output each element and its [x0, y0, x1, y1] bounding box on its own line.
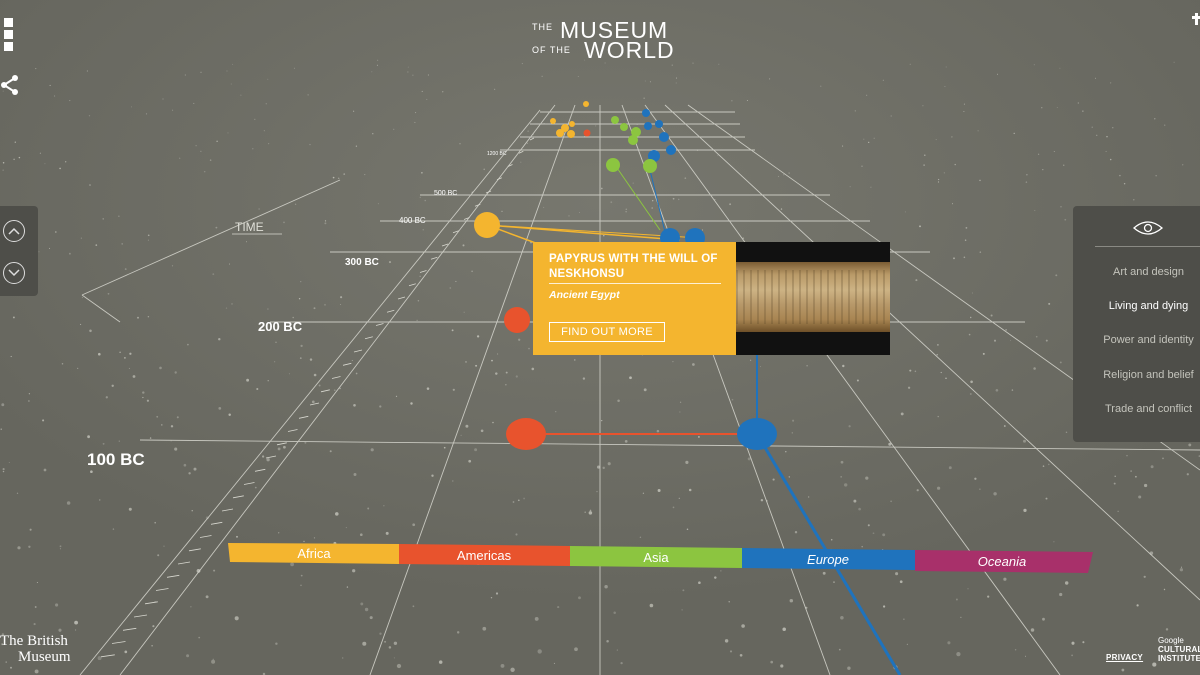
popup-subtitle: Ancient Egypt [549, 289, 620, 301]
filter-divider [1095, 246, 1200, 247]
filter-art-and-design[interactable]: Art and design [1073, 266, 1200, 278]
region-label-americas: Americas [457, 548, 512, 563]
scroll-up-button[interactable] [3, 220, 25, 242]
region-label-europe: Europe [807, 552, 849, 567]
date-label: 300 BC [345, 257, 379, 268]
filter-religion-and-belief[interactable]: Religion and belief [1073, 369, 1200, 381]
google-line2: CULTURAL [1158, 645, 1200, 654]
filter-living-and-dying[interactable]: Living and dying [1073, 300, 1200, 312]
logo-the: THE [532, 22, 553, 32]
americas-marker [504, 307, 530, 333]
date-label: 1200 BC [487, 151, 507, 157]
british-museum-logo[interactable]: The British Museum [0, 633, 90, 669]
google-line1: Google [1158, 636, 1184, 645]
region-label-asia: Asia [643, 550, 669, 565]
popup-info: PAPYRUS WITH THE WILL OF NESKHONSU Ancie… [533, 242, 736, 355]
popup-divider [549, 283, 721, 284]
africa-marker [474, 212, 500, 238]
eye-icon[interactable] [1133, 220, 1163, 236]
europe-marker-near [737, 418, 777, 450]
top-right-icon[interactable] [1192, 12, 1200, 25]
popup-image[interactable] [736, 242, 890, 355]
logo-world: WORLD [584, 37, 675, 63]
time-navigation [0, 206, 38, 296]
filter-power-and-identity[interactable]: Power and identity [1073, 334, 1200, 346]
museum-of-the-world-logo[interactable]: THE MUSEUM OF THE WORLD [532, 18, 675, 63]
americas-marker-near [506, 418, 546, 450]
bm-logo-line2: Museum [18, 649, 71, 665]
time-axis-label: TIME [235, 220, 264, 234]
menu-icon[interactable] [4, 18, 16, 54]
privacy-link[interactable]: PRIVACY [1106, 653, 1143, 662]
date-label: 400 BC [399, 216, 426, 225]
region-label-oceania: Oceania [978, 554, 1026, 569]
scroll-down-button[interactable] [3, 262, 25, 284]
find-out-more-button[interactable]: FIND OUT MORE [549, 322, 665, 342]
popup-title: PAPYRUS WITH THE WILL OF NESKHONSU [549, 253, 718, 280]
date-label: 500 BC [434, 190, 457, 197]
region-label-africa: Africa [297, 546, 331, 561]
date-label: 100 BC [87, 450, 145, 469]
logo-of-the: OF THE [532, 45, 571, 55]
papyrus-image [736, 262, 890, 332]
filter-trade-and-conflict[interactable]: Trade and conflict [1073, 403, 1200, 415]
share-icon[interactable] [0, 74, 22, 96]
object-popup[interactable]: PAPYRUS WITH THE WILL OF NESKHONSU Ancie… [533, 242, 890, 355]
google-cultural-institute-logo[interactable]: Google CULTURAL INSTITUTE [1158, 636, 1200, 663]
bm-logo-line1: The British [0, 633, 68, 649]
date-label: 200 BC [258, 319, 303, 334]
theme-filter-panel: Art and design Living and dying Power an… [1073, 206, 1200, 442]
google-line3: INSTITUTE [1158, 654, 1200, 663]
